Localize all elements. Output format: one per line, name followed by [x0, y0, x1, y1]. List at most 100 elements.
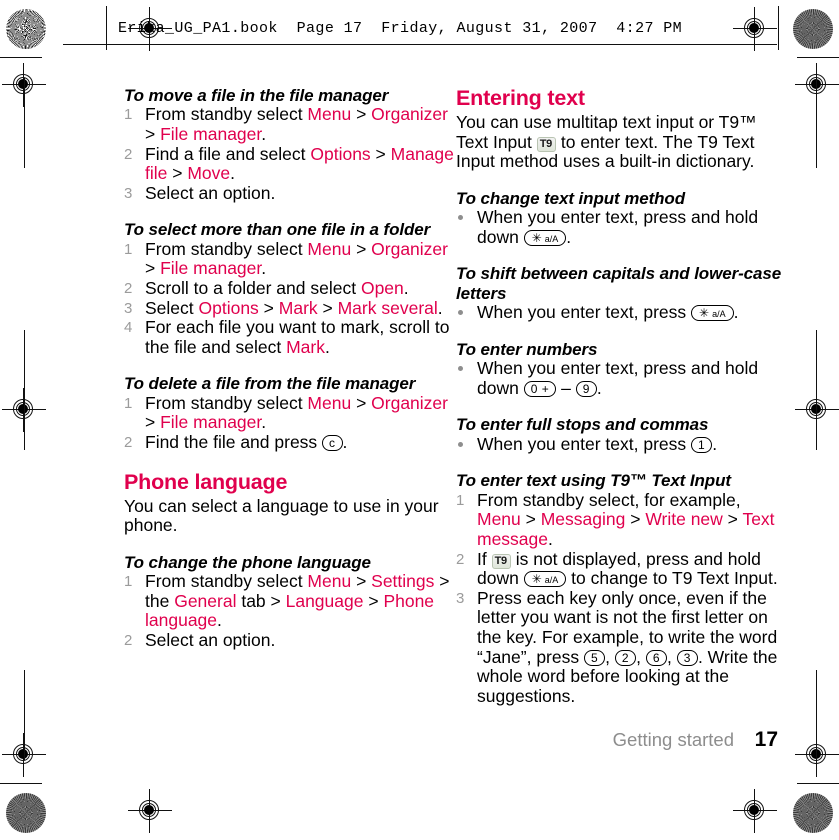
procedure-heading: To delete a file from the file manager — [124, 374, 416, 394]
crop-mark-top-left-horizontal — [0, 57, 42, 58]
menu-path-link: Open — [360, 277, 404, 298]
menu-path-link: File manager — [160, 412, 262, 433]
step-text: Press each key only once, even if the le… — [477, 587, 778, 706]
bullet-text: When you enter text, press 1. — [477, 433, 718, 454]
step-item: 1 From standby select Menu > Organizer > … — [124, 239, 454, 279]
registration-star-bottom-right — [793, 793, 833, 833]
bullet-item: When you enter text, press and hold down… — [456, 358, 786, 398]
header-rule-right — [778, 6, 779, 50]
bullet-list: When you enter text, press ✳ a/A. — [456, 302, 786, 323]
footer-page-number: 17 — [754, 728, 778, 751]
menu-path-link: Organizer — [371, 392, 448, 413]
step-item: 3 Select Options > Mark > Mark several. — [124, 297, 454, 319]
t9-text-input-icon: T9 — [491, 553, 511, 569]
procedure-select-multiple-files: To select more than one file in a folder… — [124, 220, 454, 357]
section-entering-text: Entering text You can use multitap text … — [456, 86, 786, 172]
keypad-key-icon: 3 — [676, 649, 698, 666]
section-phone-language: Phone language You can select a language… — [124, 470, 454, 651]
procedure-heading: To enter numbers — [456, 339, 598, 359]
step-text: For each file you want to mark, scroll t… — [145, 317, 450, 357]
procedure-enter-numbers: To enter numbers When you enter text, pr… — [456, 340, 786, 399]
step-item: 3 Press each key only once, even if the l… — [456, 587, 786, 707]
step-number: 1 — [124, 240, 133, 258]
menu-path-link: Messaging — [540, 509, 626, 530]
step-item: 3 Select an option. — [124, 182, 454, 204]
step-number: 2 — [124, 279, 133, 297]
keypad-key-icon: 9 — [575, 380, 597, 397]
step-list: 1 From standby select, for example, Menu … — [456, 489, 786, 707]
menu-path-link: Menu — [477, 509, 521, 530]
menu-path-link: Settings — [371, 571, 435, 592]
step-number: 2 — [124, 145, 133, 163]
menu-path-link: Write new — [645, 509, 723, 530]
crop-mark-bottom-right-horizontal — [797, 783, 839, 784]
keypad-key-icon: c — [322, 434, 343, 451]
bullet-list: When you enter text, press 1. — [456, 433, 786, 455]
procedure-heading: To shift between capitals and lower-case… — [456, 264, 782, 303]
step-item: 1 From standby select Menu > Organizer > … — [124, 105, 454, 144]
menu-path-link: File manager — [160, 258, 262, 279]
step-number: 2 — [124, 631, 133, 649]
step-number: 1 — [124, 106, 133, 124]
proof-header-text: Erika_UG_PA1.book Page 17 Friday, August… — [118, 20, 683, 37]
procedure-shift-case: To shift between capitals and lower-case… — [456, 264, 786, 322]
section-intro: You can select a language to use in your… — [124, 495, 439, 536]
step-item: 2 Select an option. — [124, 629, 454, 651]
bullet-text: When you enter text, press ✳ a/A. — [477, 302, 739, 323]
left-column: To move a file in the file manager 1 From… — [124, 86, 454, 651]
bullet-list: When you enter text, press and hold down… — [456, 207, 786, 247]
menu-path-link: Mark — [286, 336, 325, 357]
step-list: 1 From standby select Menu > Settings > t… — [124, 571, 454, 651]
menu-path-link: Menu — [307, 104, 352, 125]
menu-path-link: File manager — [160, 124, 262, 144]
procedure-heading: To change text input method — [456, 188, 685, 208]
bullet-dot-icon — [458, 310, 463, 316]
step-list: 1 From standby select Menu > Organizer > … — [124, 392, 454, 453]
step-number: 2 — [456, 550, 465, 568]
procedure-t9-text-input: To enter text using T9™ Text Input 1 From… — [456, 471, 786, 706]
procedure-heading: To enter text using T9™ Text Input — [456, 471, 731, 491]
bullet-item: When you enter text, press 1. — [456, 433, 786, 455]
menu-path-link: General — [174, 590, 237, 611]
step-number: 2 — [124, 433, 133, 451]
step-text: If T9 is not displayed, press and hold d… — [477, 548, 778, 589]
step-text: From standby select Menu > Settings > th… — [145, 571, 450, 631]
step-number: 1 — [124, 394, 133, 412]
step-item: 1 From standby select Menu > Settings > t… — [124, 571, 454, 631]
procedure-heading: To select more than one file in a folder — [124, 220, 431, 240]
keypad-key-icon: 6 — [645, 649, 668, 666]
step-text: From standby select Menu > Organizer > F… — [145, 392, 448, 433]
step-number: 1 — [456, 491, 465, 509]
procedure-full-stops-commas: To enter full stops and commas When you … — [456, 415, 786, 454]
registration-star-top-left — [6, 9, 46, 49]
bullet-text: When you enter text, press and hold down… — [477, 358, 759, 398]
registration-target-bottom-left — [128, 789, 172, 833]
menu-path-link: Mark — [278, 297, 318, 318]
menu-path-link: Text message — [477, 509, 775, 549]
step-text: From standby select, for example, Menu >… — [477, 489, 775, 549]
step-text: Find a file and select Options > Manage … — [145, 143, 454, 184]
step-text: Select an option. — [145, 629, 276, 650]
procedure-heading: To move a file in the file manager — [124, 86, 389, 105]
procedure-heading: To enter full stops and commas — [456, 415, 709, 435]
menu-path-link: Menu — [307, 571, 352, 592]
bullet-dot-icon — [458, 215, 463, 221]
section-title: Phone language — [124, 469, 288, 494]
t9-text-input-icon: T9 — [536, 136, 556, 152]
step-text: Scroll to a folder and select Open. — [145, 277, 409, 298]
step-text: Select an option. — [145, 182, 276, 203]
step-number: 3 — [456, 589, 465, 607]
step-item: 2 Find a file and select Options > Manage… — [124, 143, 454, 184]
step-number: 1 — [124, 573, 133, 591]
menu-path-link: Organizer — [371, 104, 448, 125]
keypad-key-icon: 1 — [691, 436, 713, 453]
procedure-move-file: To move a file in the file manager 1 From… — [124, 86, 454, 203]
step-text: From standby select Menu > Organizer > F… — [145, 104, 448, 144]
keypad-key-icon: ✳ a/A — [523, 229, 567, 246]
